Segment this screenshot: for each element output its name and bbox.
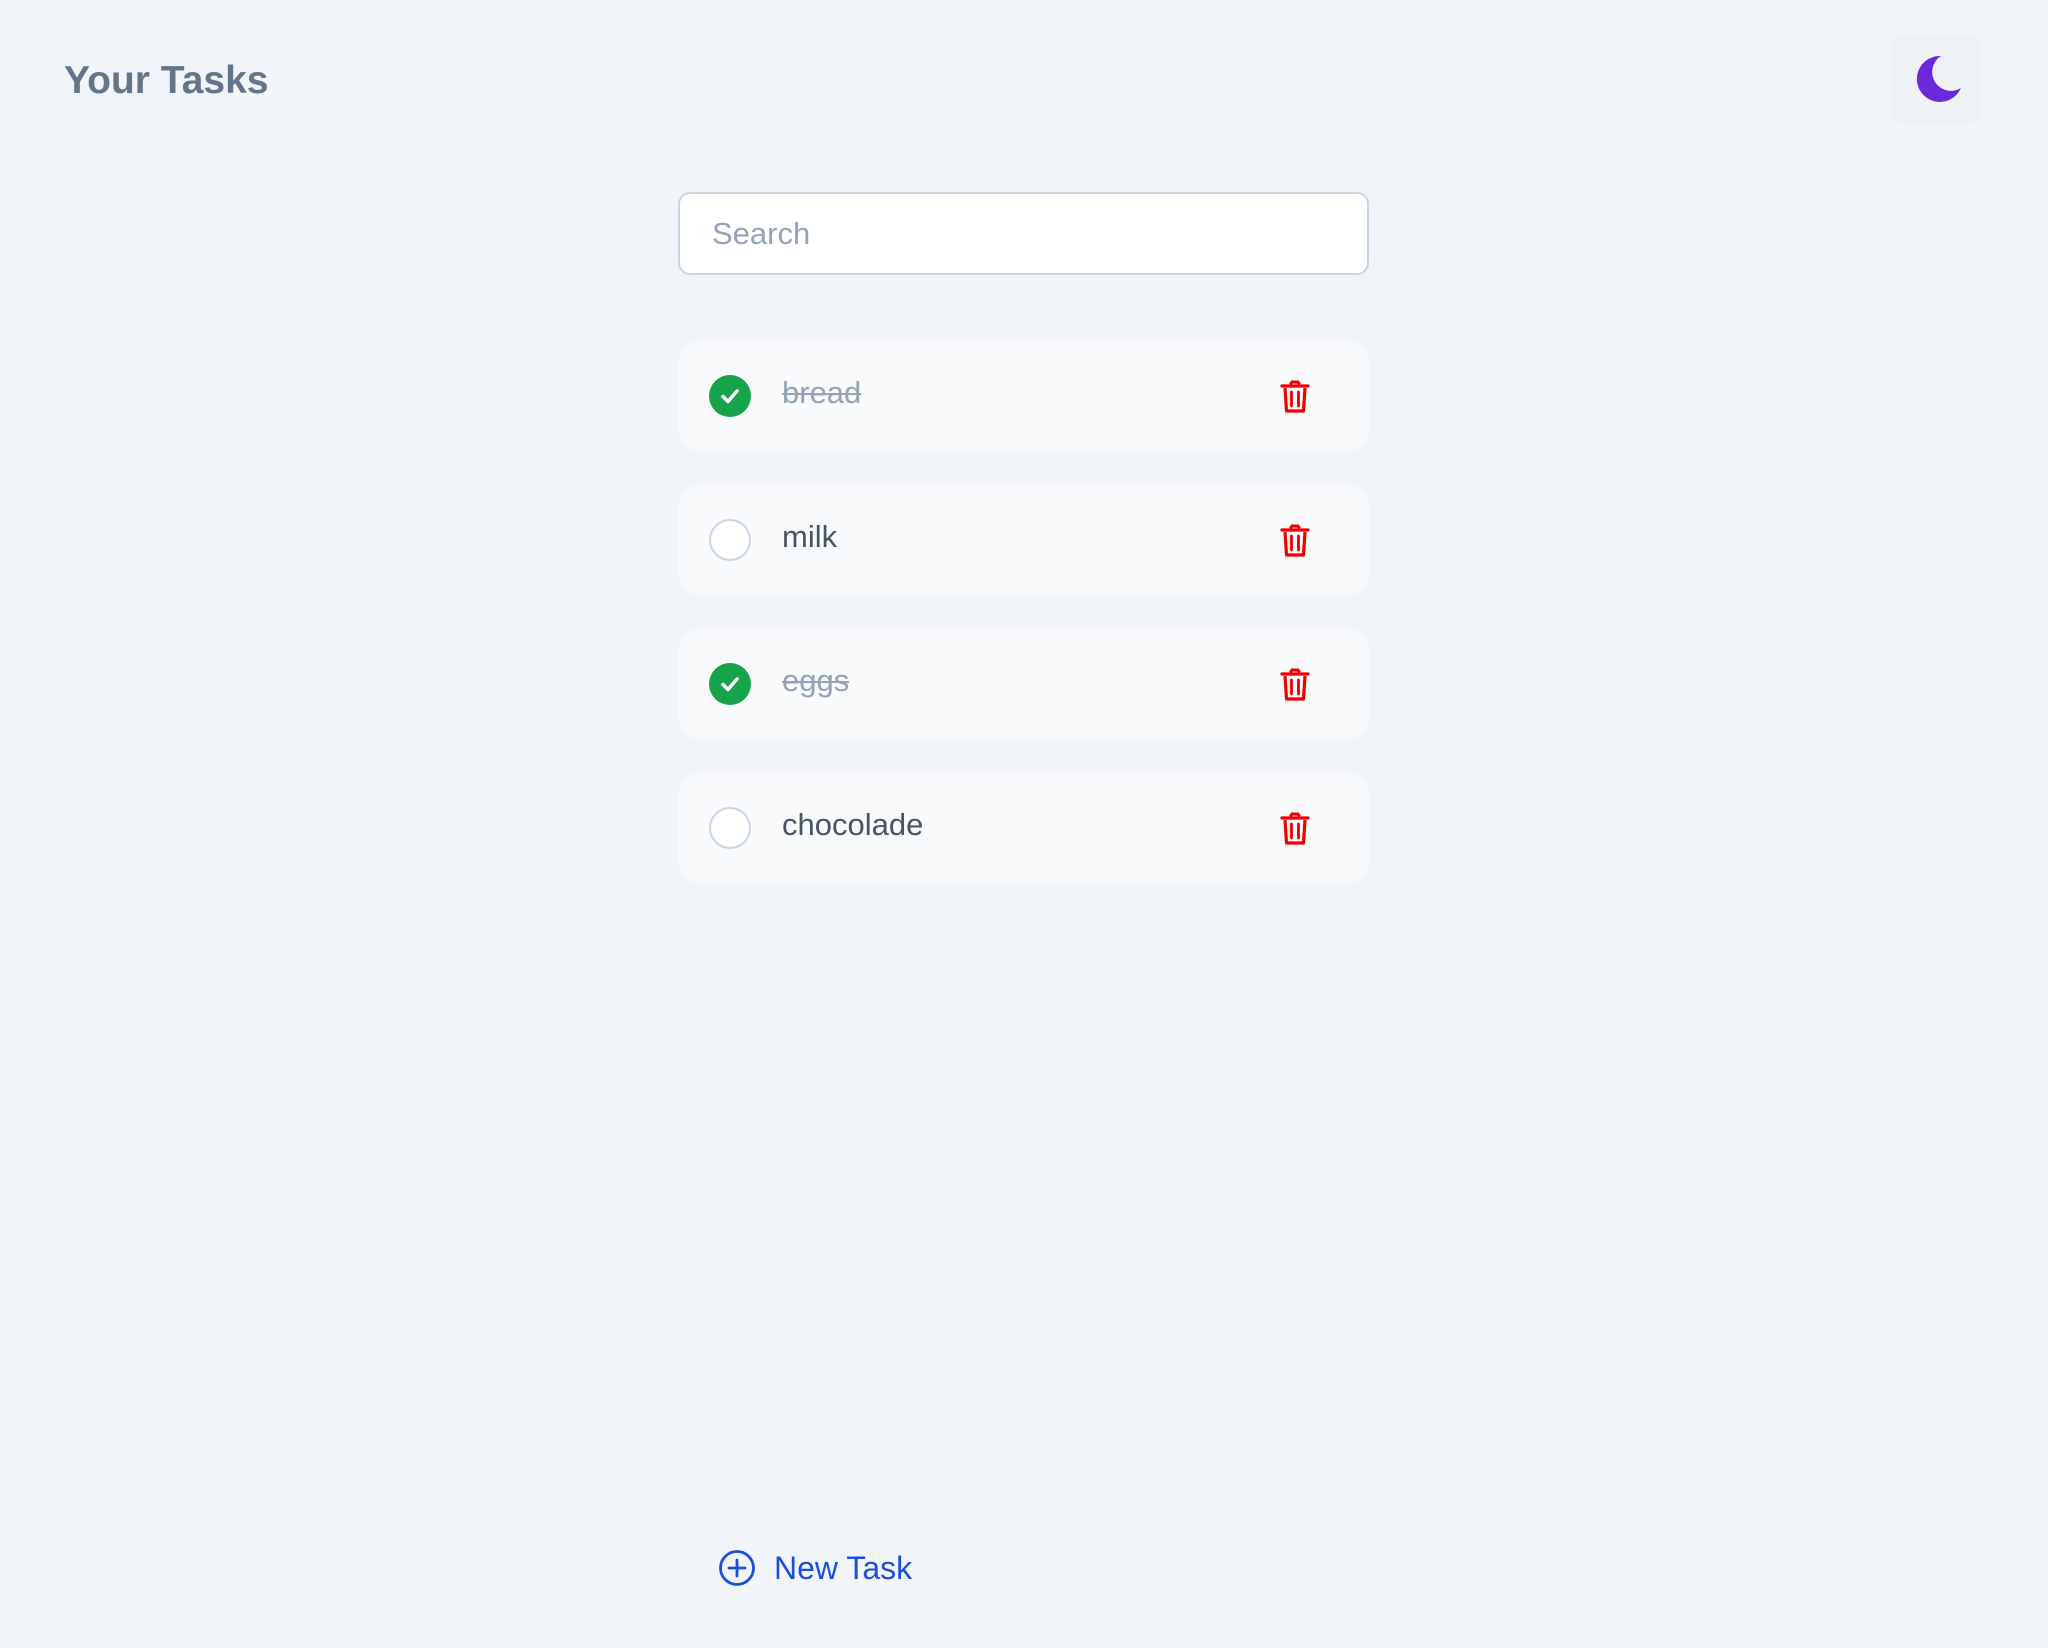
task-list: bread milk eggs chocolade	[678, 340, 1369, 916]
task-checkbox[interactable]	[709, 807, 751, 849]
task-label: bread	[782, 375, 862, 410]
check-circle-icon	[721, 677, 739, 692]
plus-circle-icon	[719, 1550, 755, 1586]
trash-icon	[1280, 380, 1310, 413]
task-checkbox[interactable]	[709, 375, 751, 417]
trash-icon	[1280, 668, 1310, 701]
search-bar	[678, 192, 1369, 275]
page-title: Your Tasks	[64, 59, 269, 102]
check-circle-icon	[721, 389, 739, 404]
delete-task-button[interactable]	[1276, 522, 1314, 560]
task-checkbox[interactable]	[709, 519, 751, 561]
trash-icon	[1280, 812, 1310, 845]
delete-task-button[interactable]	[1276, 378, 1314, 416]
task-label: milk	[782, 519, 838, 554]
task-label: eggs	[782, 663, 850, 698]
task-item: milk	[678, 484, 1369, 596]
search-input[interactable]	[678, 192, 1369, 275]
task-checkbox[interactable]	[709, 663, 751, 705]
delete-task-button[interactable]	[1276, 666, 1314, 704]
moon-icon	[1916, 55, 1961, 102]
task-item: eggs	[678, 628, 1369, 740]
task-label: chocolade	[782, 807, 924, 842]
theme-toggle-button[interactable]	[1892, 35, 1980, 123]
trash-icon	[1280, 524, 1310, 557]
task-item: bread	[678, 340, 1369, 452]
new-task-button[interactable]: New Task	[718, 1544, 912, 1592]
task-item: chocolade	[678, 772, 1369, 884]
new-task-label: New Task	[774, 1549, 913, 1586]
delete-task-button[interactable]	[1276, 810, 1314, 848]
